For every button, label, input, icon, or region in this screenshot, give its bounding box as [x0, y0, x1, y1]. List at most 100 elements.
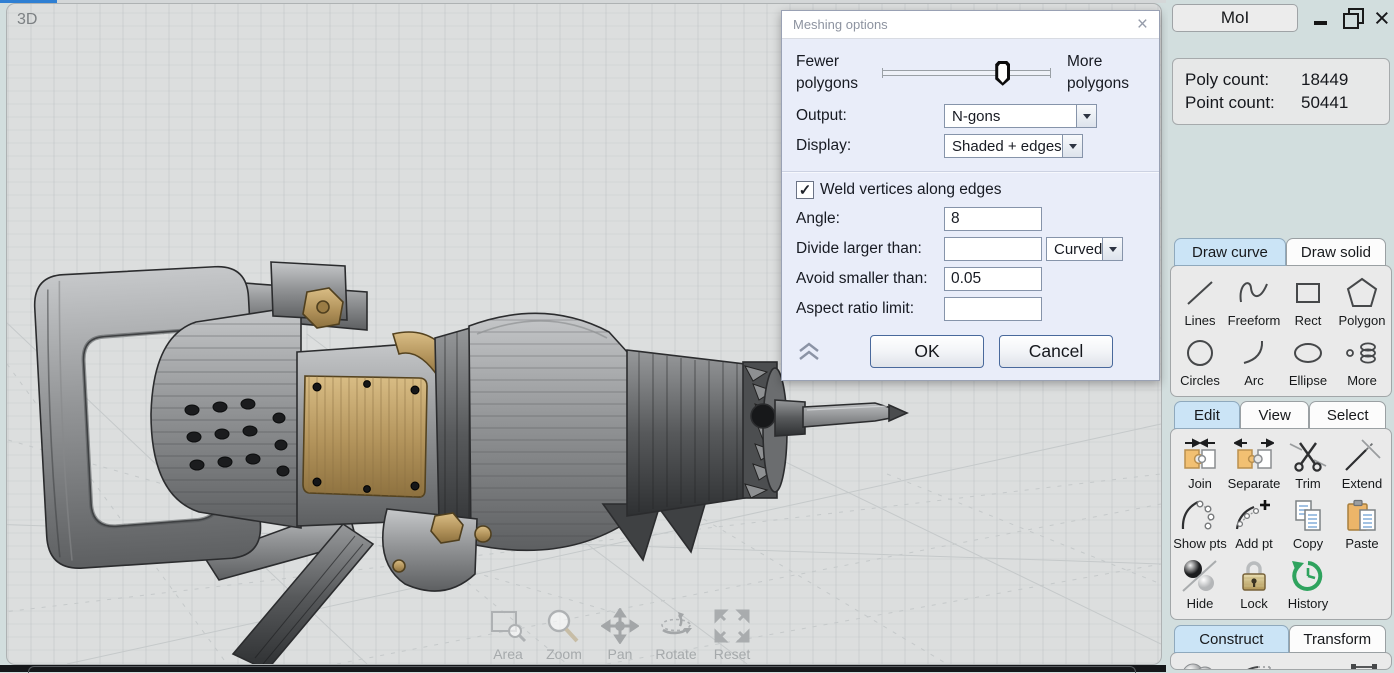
history-icon: [1288, 558, 1328, 594]
tool-paste[interactable]: Paste: [1335, 495, 1389, 555]
hide-icon: [1180, 558, 1220, 594]
area-zoom-icon: [489, 608, 527, 644]
nav-area-button[interactable]: Area: [485, 608, 531, 662]
drill-model: [33, 262, 907, 664]
tool-trim[interactable]: Trim: [1281, 435, 1335, 495]
tool-history[interactable]: History: [1281, 555, 1335, 615]
construct-panel: [1170, 652, 1392, 670]
tab-select[interactable]: Select: [1309, 401, 1386, 429]
tool-hide[interactable]: Hide: [1173, 555, 1227, 615]
polygon-icon: [1342, 276, 1382, 310]
circles-icon: [1180, 336, 1220, 370]
freeform-icon: [1234, 276, 1274, 310]
tab-transform[interactable]: Transform: [1289, 625, 1386, 653]
tool-show-pts[interactable]: Show pts: [1173, 495, 1227, 555]
tool-arc[interactable]: Arc: [1227, 332, 1281, 392]
draw-curve-panel: Lines Freeform Rect Polygon Circ: [1170, 265, 1392, 397]
nav-reset-button[interactable]: Reset: [709, 608, 755, 662]
avoid-smaller-label: Avoid smaller than:: [796, 270, 944, 288]
slider-thumb[interactable]: [995, 61, 1010, 86]
extend-icon: [1342, 438, 1382, 474]
restore-icon[interactable]: [1340, 7, 1366, 29]
zoom-icon: [545, 608, 583, 644]
slider-left-label: Fewer polygons: [796, 51, 876, 94]
divide-larger-input[interactable]: [944, 237, 1042, 261]
point-count-value: 50441: [1301, 93, 1377, 113]
weld-checkbox[interactable]: ✓: [796, 181, 814, 199]
app-title-button[interactable]: MoI: [1172, 4, 1298, 32]
join-icon: [1180, 438, 1220, 474]
add-point-icon: [1232, 498, 1276, 534]
tool-extend[interactable]: Extend: [1335, 435, 1389, 495]
tool-copy[interactable]: Copy: [1281, 495, 1335, 555]
more-curves-icon: [1342, 336, 1382, 370]
rect-icon: [1288, 276, 1328, 310]
nav-zoom-button[interactable]: Zoom: [541, 608, 587, 662]
divide-unit-select[interactable]: Curved: [1046, 237, 1123, 261]
sidebar: MoI × Poly count: 18449 Point count: 504…: [1168, 0, 1394, 672]
tool-lines[interactable]: Lines: [1173, 272, 1227, 332]
aspect-ratio-input[interactable]: [944, 297, 1042, 321]
tab-construct[interactable]: Construct: [1174, 625, 1289, 653]
fillet-icon[interactable]: [1226, 659, 1281, 670]
nav-rotate-button[interactable]: Rotate: [653, 608, 699, 662]
tool-rect[interactable]: Rect: [1281, 272, 1335, 332]
poly-count-label: Poly count:: [1185, 70, 1301, 90]
offset-icon[interactable]: [1336, 659, 1391, 670]
dialog-close-icon[interactable]: ×: [1137, 15, 1148, 34]
chevron-down-icon[interactable]: [1062, 135, 1082, 157]
angle-label: Angle:: [796, 210, 944, 228]
tool-more[interactable]: More: [1335, 332, 1389, 392]
blend-icon[interactable]: [1281, 659, 1336, 670]
boolean-icon[interactable]: [1171, 659, 1226, 670]
polygon-density-slider[interactable]: [882, 70, 1051, 76]
chevron-down-icon[interactable]: [1102, 238, 1122, 260]
tool-polygon[interactable]: Polygon: [1335, 272, 1389, 332]
rotate-icon: [657, 608, 695, 644]
cancel-button[interactable]: Cancel: [999, 335, 1113, 368]
collapse-chevron-icon[interactable]: [796, 341, 822, 363]
dialog-divider: [782, 171, 1159, 172]
tool-circles[interactable]: Circles: [1173, 332, 1227, 392]
output-select[interactable]: N-gons: [944, 104, 1097, 128]
meshing-options-dialog: Meshing options × Fewer polygons More po…: [781, 10, 1160, 381]
edit-panel: Join Separate: [1170, 428, 1392, 620]
dialog-title: Meshing options: [793, 17, 888, 32]
viewport-type-label: 3D: [17, 11, 37, 29]
tab-edit[interactable]: Edit: [1174, 401, 1240, 429]
tool-add-pt[interactable]: Add pt: [1227, 495, 1281, 555]
point-count-label: Point count:: [1185, 93, 1301, 113]
lock-icon: [1234, 558, 1274, 594]
dialog-titlebar[interactable]: Meshing options ×: [782, 11, 1159, 39]
paste-icon: [1342, 498, 1382, 534]
minimize-icon[interactable]: [1312, 8, 1330, 28]
ok-button[interactable]: OK: [870, 335, 984, 368]
separate-icon: [1234, 438, 1274, 474]
close-icon[interactable]: ×: [1374, 7, 1390, 29]
tool-lock[interactable]: Lock: [1227, 555, 1281, 615]
slider-right-label: More polygons: [1057, 51, 1145, 94]
chevron-down-icon[interactable]: [1076, 105, 1096, 127]
output-label: Output:: [796, 107, 944, 125]
bottom-command-bar: [0, 665, 1166, 672]
tool-join[interactable]: Join: [1173, 435, 1227, 495]
reset-icon: [713, 608, 751, 644]
pan-icon: [601, 608, 639, 644]
aspect-ratio-label: Aspect ratio limit:: [796, 300, 944, 318]
weld-label: Weld vertices along edges: [820, 181, 1002, 199]
tab-view[interactable]: View: [1240, 401, 1309, 429]
tool-freeform[interactable]: Freeform: [1227, 272, 1281, 332]
tab-draw-curve[interactable]: Draw curve: [1174, 238, 1286, 266]
ellipse-icon: [1288, 336, 1328, 370]
tab-draw-solid[interactable]: Draw solid: [1286, 238, 1386, 266]
display-label: Display:: [796, 137, 944, 155]
avoid-smaller-input[interactable]: [944, 267, 1042, 291]
show-points-icon: [1178, 498, 1222, 534]
tool-separate[interactable]: Separate: [1227, 435, 1281, 495]
angle-input[interactable]: [944, 207, 1042, 231]
display-select[interactable]: Shaded + edges: [944, 134, 1083, 158]
tool-ellipse[interactable]: Ellipse: [1281, 332, 1335, 392]
stats-panel: Poly count: 18449 Point count: 50441: [1172, 58, 1390, 125]
poly-count-value: 18449: [1301, 70, 1377, 90]
nav-pan-button[interactable]: Pan: [597, 608, 643, 662]
